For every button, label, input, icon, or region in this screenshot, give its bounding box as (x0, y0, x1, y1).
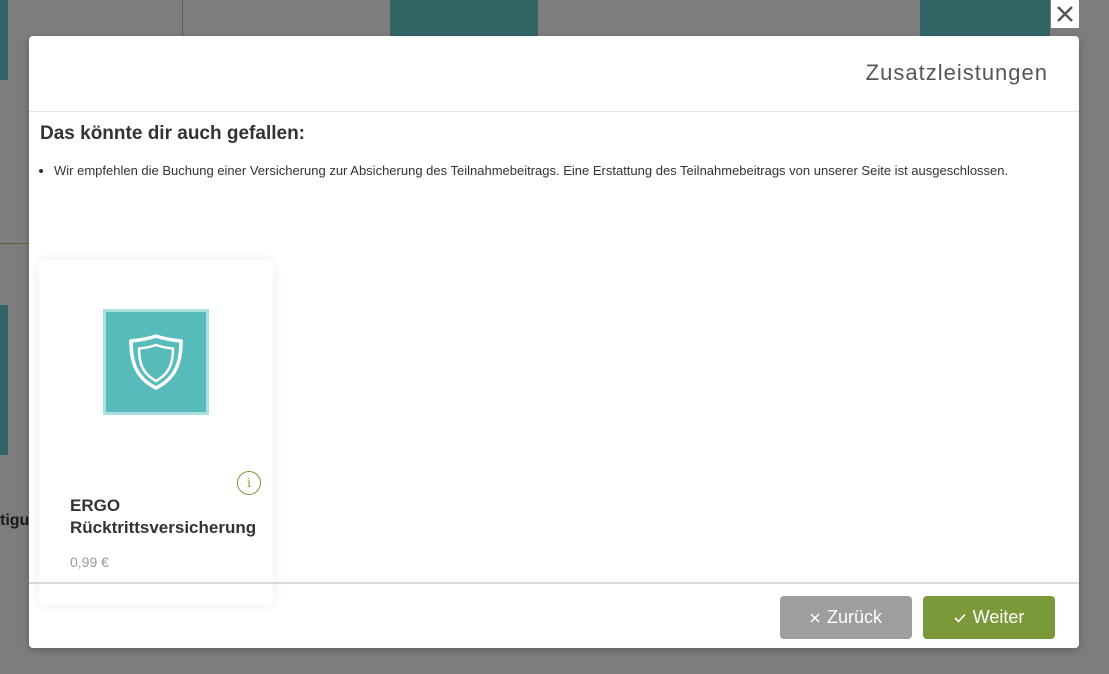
next-button[interactable]: Weiter (923, 596, 1055, 639)
shield-icon (129, 334, 183, 390)
product-card[interactable]: i ERGO Rücktrittsversicherung 0,99 € (39, 260, 273, 605)
product-name: ERGO Rücktrittsversicherung (70, 496, 257, 537)
modal-body: Das könnte dir auch gefallen: Wir empfeh… (29, 112, 1079, 605)
info-icon: i (247, 476, 251, 490)
close-button[interactable] (1051, 0, 1079, 28)
section-title: Das könnte dir auch gefallen: (40, 123, 305, 144)
product-info-button[interactable]: i (237, 471, 261, 495)
modal-header: Zusatzleistungen (29, 36, 1079, 112)
back-button[interactable]: Zurück (780, 596, 912, 639)
back-button-label: Zurück (826, 607, 882, 627)
next-button-label: Weiter (972, 607, 1025, 627)
product-image (103, 309, 209, 415)
modal-footer: Zurück Weiter (29, 582, 1079, 648)
product-image-inner (106, 312, 206, 412)
additional-services-modal: Zusatzleistungen Das könnte dir auch gef… (29, 36, 1079, 648)
check-icon (954, 613, 966, 623)
modal-title: Zusatzleistungen (865, 60, 1048, 85)
close-icon (1057, 6, 1073, 22)
product-price: 0,99 € (70, 554, 109, 570)
close-icon (810, 612, 820, 623)
info-item: Wir empfehlen die Buchung einer Versiche… (54, 160, 1054, 182)
info-list: Wir empfehlen die Buchung einer Versiche… (40, 160, 1054, 182)
